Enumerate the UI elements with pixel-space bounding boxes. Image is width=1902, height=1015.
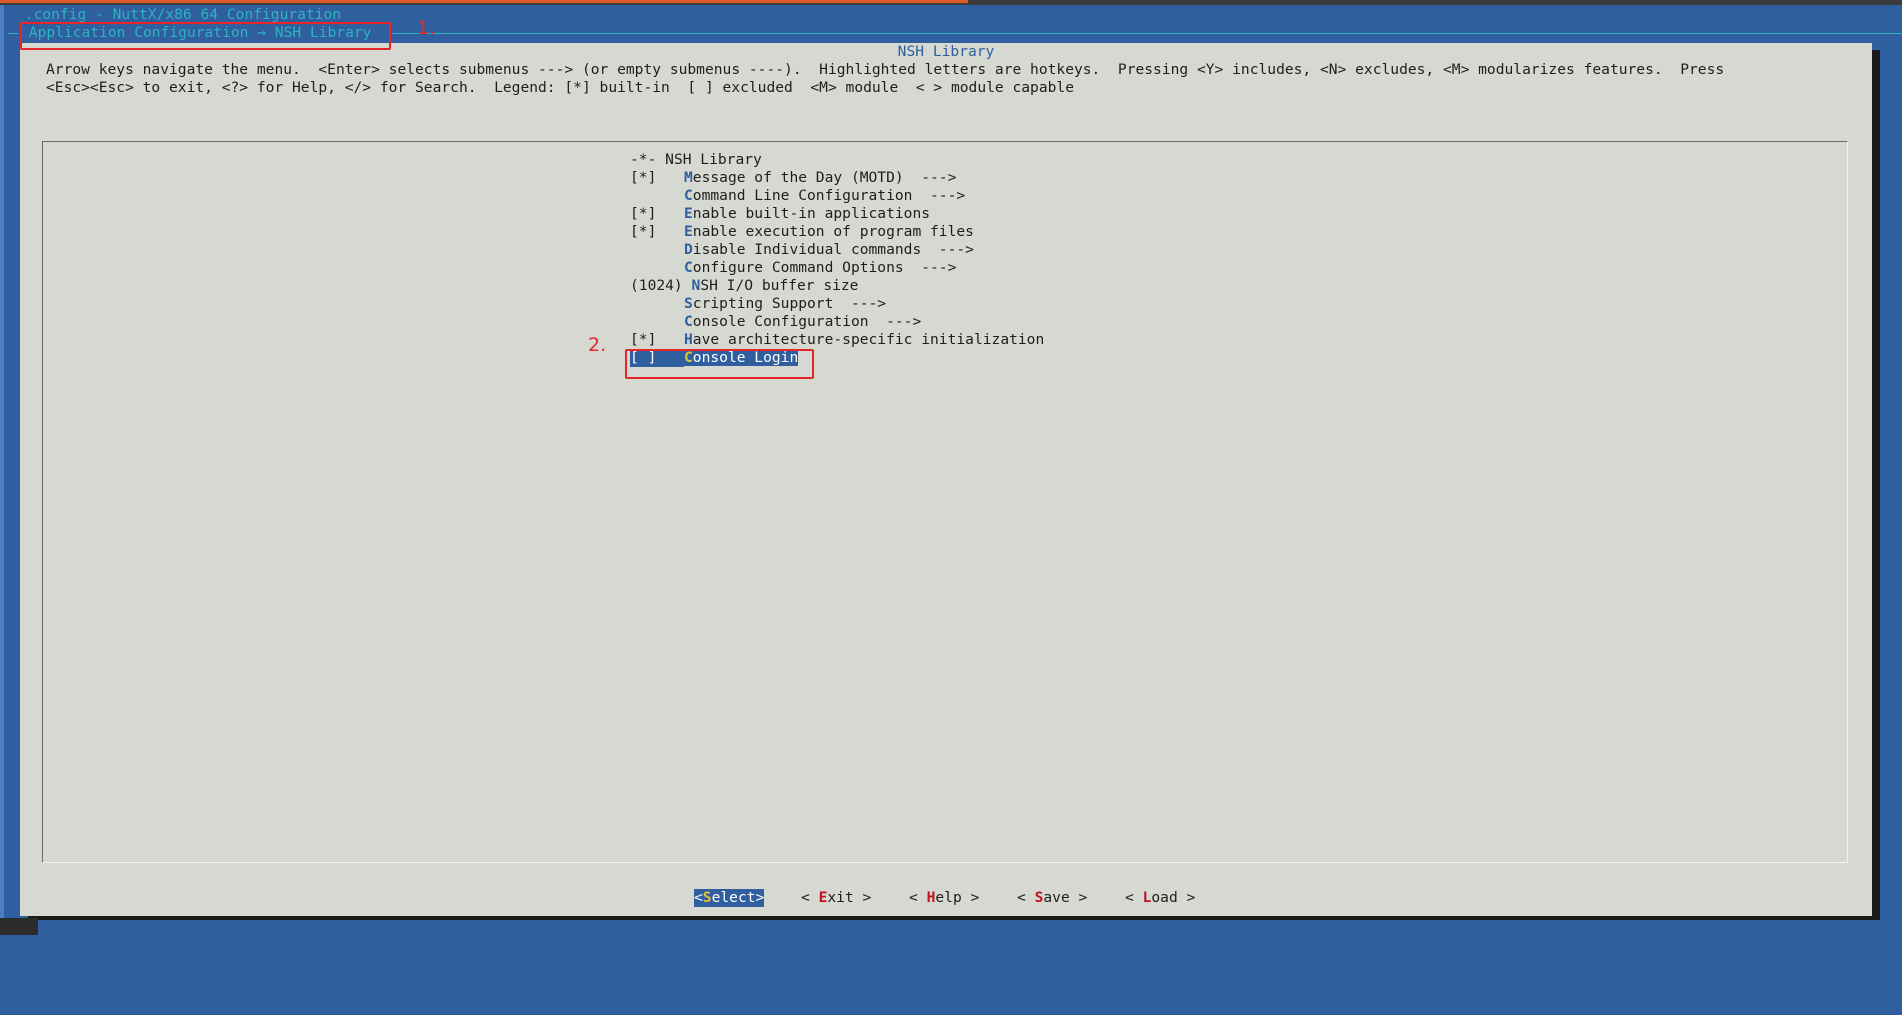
- menu-item-state: -*-: [630, 151, 666, 168]
- menu-item-state: [*]: [630, 331, 657, 348]
- menu-item[interactable]: Console Configuration --->: [630, 313, 1044, 331]
- help-line-1: Arrow keys navigate the menu. <Enter> se…: [46, 61, 1725, 78]
- annotation-label-1: 1.: [417, 17, 436, 39]
- menu-item[interactable]: Disable Individual commands --->: [630, 241, 1044, 259]
- save-button[interactable]: < Save >: [1017, 889, 1087, 907]
- help-text: Arrow keys navigate the menu. <Enter> se…: [46, 61, 1724, 97]
- menu-item[interactable]: Configure Command Options --->: [630, 259, 1044, 277]
- terminal-tab-accent: [0, 0, 968, 3]
- menu-item[interactable]: [*] Enable built-in applications: [630, 205, 1044, 223]
- menu-item[interactable]: -*- NSH Library: [630, 151, 1044, 169]
- menu-item-hotkey: N: [691, 277, 701, 294]
- menu-item-label: ommand Line Configuration --->: [692, 187, 966, 204]
- menu-item-hotkey: C: [684, 187, 693, 204]
- dialog-shadow-right: [1872, 50, 1880, 920]
- menu-item-hotkey: E: [684, 205, 693, 222]
- menu-item-state: [ ]: [630, 349, 684, 367]
- menu-item[interactable]: [ ] Console Login: [630, 349, 1044, 367]
- menu-item-label: NSH Library: [665, 151, 762, 168]
- breadcrumb-rule: [392, 33, 1902, 34]
- menu-item-hotkey: C: [684, 349, 693, 366]
- menu-item-hotkey: C: [684, 313, 693, 330]
- menu-item-label: onsole Configuration --->: [692, 313, 922, 330]
- menu-item-label: cripting Support --->: [692, 295, 887, 312]
- menu-item-hotkey: H: [684, 331, 693, 348]
- menuconfig-dialog: NSH Library Arrow keys navigate the menu…: [20, 43, 1872, 916]
- menu-item-label: SH I/O buffer size: [700, 277, 859, 294]
- help-button[interactable]: < Help >: [909, 889, 979, 907]
- exit-button[interactable]: < Exit >: [801, 889, 871, 907]
- menu-item-state: [*]: [630, 223, 657, 240]
- menu-item-state: [*]: [630, 169, 657, 186]
- menu-item[interactable]: (1024) NSH I/O buffer size: [630, 277, 1044, 295]
- terminal-bottom-left: [0, 918, 38, 935]
- menu-item[interactable]: Command Line Configuration --->: [630, 187, 1044, 205]
- breadcrumb-rule-left: [8, 33, 18, 34]
- menu-item-state: [*]: [630, 205, 657, 222]
- menu-item-state: (1024): [630, 277, 692, 294]
- select-button[interactable]: <Select>: [694, 889, 765, 907]
- menu-item[interactable]: [*] Message of the Day (MOTD) --->: [630, 169, 1044, 187]
- menu-item-label: onfigure Command Options --->: [692, 259, 957, 276]
- annotation-label-2: 2.: [588, 334, 607, 356]
- menu-item[interactable]: Scripting Support --->: [630, 295, 1044, 313]
- button-bar: <Select> < Exit > < Help > < Save > < Lo…: [20, 889, 1872, 1015]
- window-title: .config - NuttX/x86_64 Configuration: [16, 6, 342, 23]
- menu-item-label: essage of the Day (MOTD) --->: [692, 169, 957, 186]
- breadcrumb: Application Configuration → NSH Library: [20, 24, 381, 41]
- terminal-left-edge: [0, 5, 4, 935]
- help-line-2: <Esc><Esc> to exit, <?> for Help, </> fo…: [46, 79, 1074, 96]
- menu-item-label: onsole Login: [692, 349, 799, 366]
- dialog-title: NSH Library: [897, 43, 995, 60]
- menu-item-label: isable Individual commands --->: [692, 241, 974, 258]
- terminal-top-bar: [0, 0, 1902, 5]
- menu-item[interactable]: [*] Have architecture-specific initializa…: [630, 331, 1044, 349]
- menu-item-hotkey: M: [684, 169, 693, 186]
- menu-item-label: ave architecture-specific initialization: [692, 331, 1045, 348]
- menu-item-hotkey: C: [684, 259, 693, 276]
- menu-item-hotkey: D: [684, 241, 693, 258]
- menu-list: -*- NSH Library [*] Message of the Day (MO…: [630, 151, 1044, 367]
- menu-item[interactable]: [*] Enable execution of program files: [630, 223, 1044, 241]
- load-button[interactable]: < Load >: [1125, 889, 1195, 907]
- menu-item-label: nable built-in applications: [692, 205, 931, 222]
- menu-item-hotkey: S: [684, 295, 693, 312]
- menu-item-hotkey: E: [684, 223, 693, 240]
- menu-item-label: nable execution of program files: [692, 223, 974, 240]
